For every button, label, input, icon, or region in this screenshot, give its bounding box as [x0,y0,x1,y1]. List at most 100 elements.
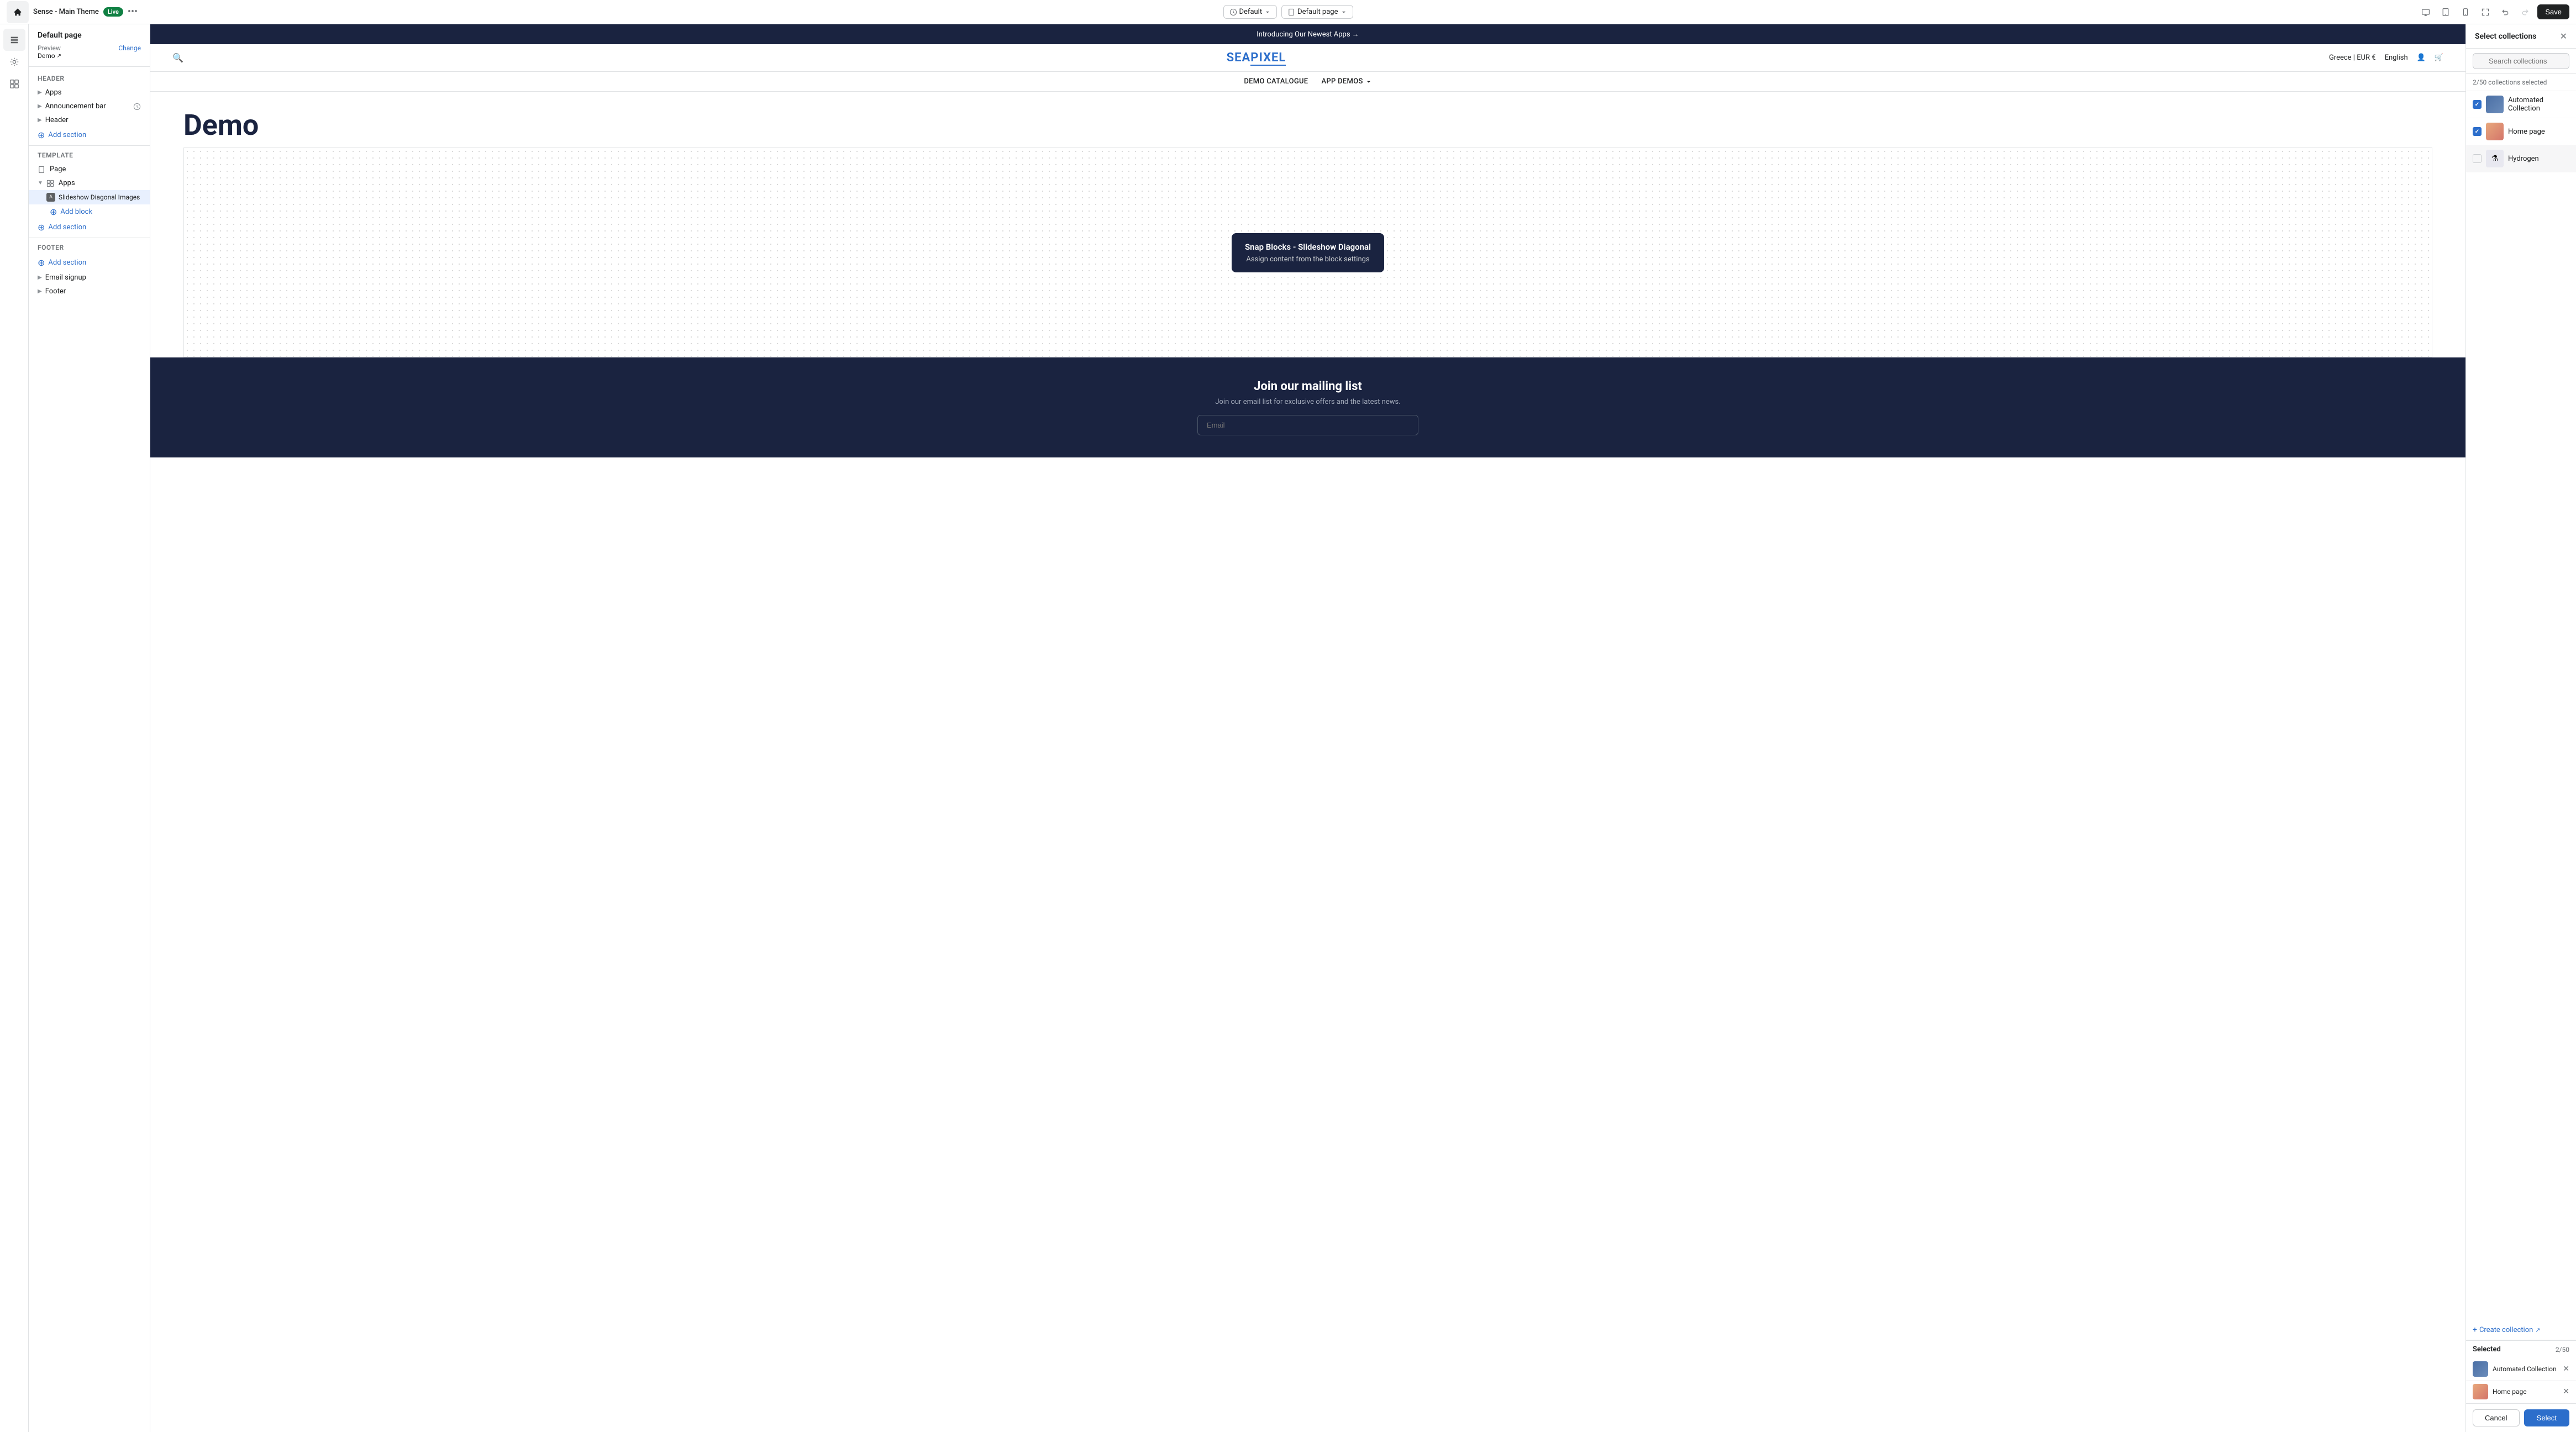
collection-list: Automated Collection Home page ⚗ Hydroge… [2466,91,2576,1320]
page-title: Default page [38,31,141,40]
apps-label: Apps [45,88,62,97]
collection-name-1: Automated Collection [2508,96,2569,113]
announcement-bar-label: Announcement bar [45,102,106,110]
canvas-area: Introducing Our Newest Apps → 🔍 SEAPIXEL… [150,24,2465,1432]
sidebar-item-footer[interactable]: ▶ Footer [29,285,150,298]
add-section-header-btn[interactable]: ⊕ Add section [29,127,150,143]
nav-app-demos[interactable]: APP DEMOS [1321,77,1371,86]
topbar-right: Save [1358,4,2570,20]
add-icon: ⊕ [38,130,45,140]
collection-checkbox-3[interactable] [2473,154,2482,163]
collection-item[interactable]: Home page [2466,118,2576,145]
external-link-icon: ↗ [57,53,61,59]
selected-item-name-1: Automated Collection [2493,1365,2558,1373]
footer-title: Join our mailing list [172,380,2443,393]
chevron-down-icon: ▼ [38,180,43,186]
add-block-icon: ⊕ [50,207,57,217]
footer-area: Join our mailing list Join our email lis… [150,357,2465,457]
sidebar-item-slideshow[interactable]: A Slideshow Diagonal Images [29,190,150,204]
search-icon[interactable]: 🔍 [172,52,183,63]
topbar-left: Sense - Main Theme Live ••• [7,1,1219,23]
search-wrapper [2473,53,2569,69]
redo-icon[interactable] [2517,4,2533,20]
collection-name-3: Hydrogen [2508,155,2539,163]
demo-heading: Demo [150,92,2465,148]
announcement-bar: Introducing Our Newest Apps → [150,24,2465,44]
sidebar-item-apps-template[interactable]: ▼ Apps [29,176,150,190]
sidebar-nav: Header ▶ Apps ▶ Announcement bar ▶ Heade… [29,67,150,303]
selected-title: Selected [2473,1345,2556,1354]
apps-rail-icon[interactable] [3,73,25,95]
responsive-mobile-icon[interactable] [2458,4,2473,20]
right-panel: Select collections ✕ 2/50 collections se… [2465,24,2576,1432]
topbar-dots-menu[interactable]: ••• [128,6,138,18]
add-block-btn[interactable]: ⊕ Add block [29,204,150,219]
demo-link[interactable]: Demo ↗ [38,52,141,60]
selected-thumb-2 [2473,1384,2488,1399]
add-section-template-btn[interactable]: ⊕ Add section [29,219,150,235]
collection-item[interactable]: Automated Collection [2466,91,2576,118]
snap-tooltip: Snap Blocks - Slideshow Diagonal Assign … [1232,233,1384,272]
sidebar-item-header[interactable]: ▶ Header [29,113,150,127]
account-icon[interactable]: 👤 [2417,54,2426,62]
footer-subtitle: Join our email list for exclusive offers… [172,398,2443,406]
collection-checkbox-1[interactable] [2473,100,2482,109]
sidebar-item-announcement-bar[interactable]: ▶ Announcement bar [29,99,150,113]
preview-label: Preview [38,44,61,52]
save-button[interactable]: Save [2537,4,2569,19]
chevron-icon: ▶ [38,103,42,109]
create-collection-link[interactable]: + Create collection ↗ [2466,1320,2576,1340]
default-page-select[interactable]: Default page [1281,5,1353,19]
panel-footer: Cancel Select [2466,1403,2576,1432]
sidebar-item-apps[interactable]: ▶ Apps [29,86,150,99]
select-button[interactable]: Select [2524,1409,2570,1426]
sidebar-item-page[interactable]: Page [29,162,150,176]
selected-item-name-2: Home page [2493,1388,2558,1396]
sidebar-item-email-signup[interactable]: ▶ Email signup [29,271,150,285]
canvas-inner: Introducing Our Newest Apps → 🔍 SEAPIXEL… [150,24,2465,1432]
collection-thumb-2 [2486,123,2504,140]
add-section-icon: ⊕ [38,222,45,233]
header-label: Header [45,116,69,124]
preview-change-btn[interactable]: Change [118,44,141,52]
nav-demo-catalogue[interactable]: DEMO CATALOGUE [1244,77,1308,86]
add-section-footer-btn[interactable]: ⊕ Add section [29,255,150,271]
remove-automated-btn[interactable]: ✕ [2563,1365,2569,1373]
template-section-label: Template [29,148,150,162]
theme-name: Sense - Main Theme [33,8,99,16]
email-input[interactable] [1197,415,1418,435]
external-link-icon: ↗ [2535,1326,2540,1334]
store-logo: SEAPIXEL [1227,51,1286,65]
close-button[interactable]: ✕ [2560,31,2567,41]
remove-homepage-btn[interactable]: ✕ [2563,1387,2569,1396]
responsive-tablet-icon[interactable] [2438,4,2453,20]
collection-thumb-3: ⚗ [2486,150,2504,167]
collections-count: 2/50 collections selected [2466,74,2576,91]
undo-icon[interactable] [2498,4,2513,20]
snap-tooltip-sub: Assign content from the block settings [1245,255,1371,264]
expand-icon[interactable] [2478,4,2493,20]
region-label: Greece | EUR € [2329,54,2376,62]
create-icon: + [2473,1325,2477,1334]
email-signup-label: Email signup [45,273,86,282]
right-panel-header: Select collections ✕ [2466,24,2576,49]
search-box [2466,49,2576,74]
left-area: Default page Preview Change Demo ↗ Heade… [0,24,150,1432]
apps-template-label: Apps [59,179,75,187]
search-input[interactable] [2473,53,2569,69]
settings-icon[interactable] [3,51,25,73]
cart-icon[interactable]: 🛒 [2435,54,2443,62]
dotted-area: Snap Blocks - Slideshow Diagonal Assign … [183,148,2432,357]
app-icon: A [46,193,55,202]
collection-thumb-1 [2486,96,2504,113]
sidebar-header: Default page Preview Change Demo ↗ [29,24,150,67]
responsive-desktop-icon[interactable] [2418,4,2433,20]
cancel-button[interactable]: Cancel [2473,1409,2520,1426]
collection-checkbox-2[interactable] [2473,127,2482,136]
collection-item[interactable]: ⚗ Hydrogen [2466,145,2576,172]
home-icon[interactable] [7,1,29,23]
topbar: Sense - Main Theme Live ••• Default Defa… [0,0,2576,24]
sections-icon[interactable] [3,29,25,51]
topbar-center: Default Default page [1223,5,1353,19]
default-select[interactable]: Default [1223,5,1278,19]
